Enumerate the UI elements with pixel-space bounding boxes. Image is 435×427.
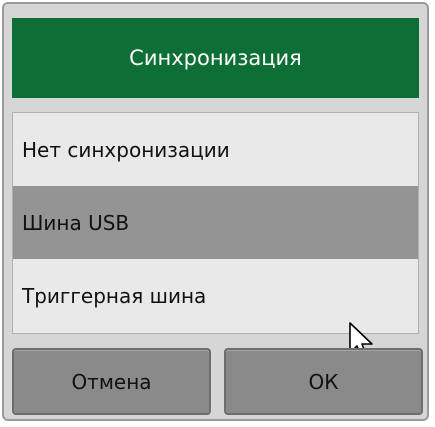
cancel-button-label: Отмена [71,369,152,394]
option-label: Нет синхронизации [22,137,230,162]
ok-button[interactable]: ОК [224,348,423,415]
option-no-sync[interactable]: Нет синхронизации [13,113,418,186]
dialog-title-text: Синхронизация [129,46,302,70]
option-label: Шина USB [22,210,130,235]
option-usb-bus[interactable]: Шина USB [13,186,418,360]
sync-options-list: Нет синхронизации Шина USB Триггерная ши… [12,112,419,360]
ok-button-label: ОК [308,369,339,394]
option-trigger-bus[interactable]: Триггерная шина [13,259,418,332]
dialog-title: Синхронизация [12,18,419,98]
option-label: Триггерная шина [22,283,207,308]
cancel-button[interactable]: Отмена [12,348,211,415]
synchronization-dialog: Синхронизация Нет синхронизации Шина USB… [2,2,429,421]
